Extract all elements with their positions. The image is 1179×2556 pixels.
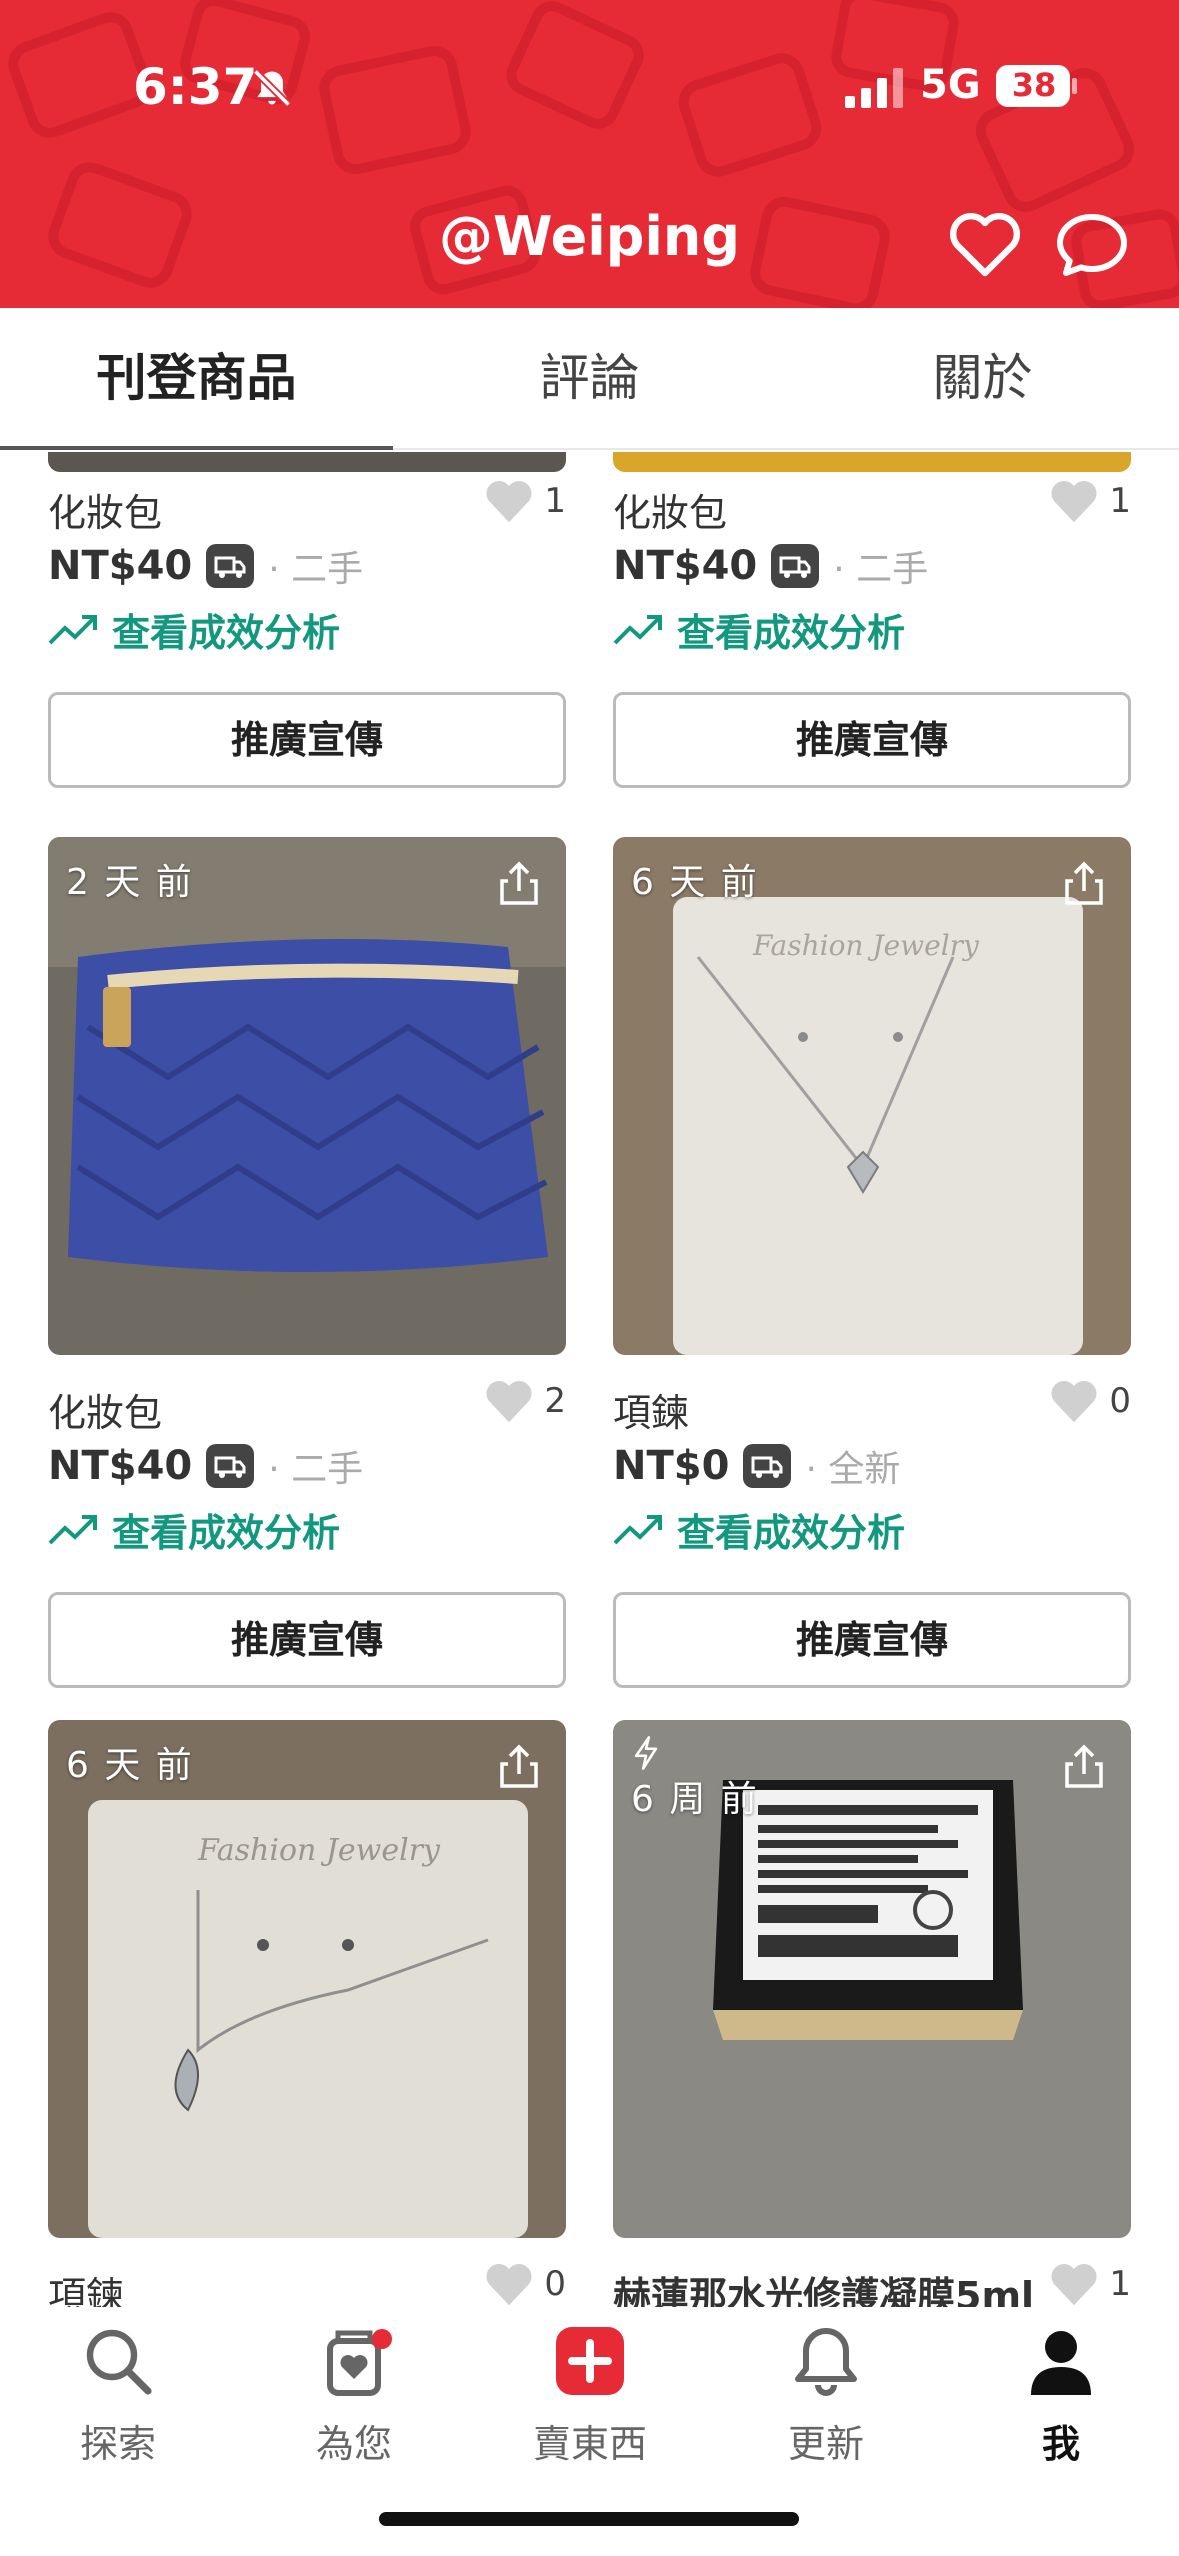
chat-bubble-icon[interactable]: [1052, 205, 1132, 285]
listing-card[interactable]: 2 天 前 化妝包 2 NT$40 · 二手 查看成效分析 推廣宣傳: [48, 837, 566, 1688]
promote-button[interactable]: 推廣宣傳: [613, 1592, 1131, 1688]
listing-price: NT$40: [613, 543, 758, 589]
status-time: 6:37: [133, 58, 258, 116]
promote-button[interactable]: 推廣宣傳: [48, 692, 566, 788]
blue-pouch-photo: [48, 837, 566, 1355]
listing-price: NT$40: [48, 1443, 193, 1489]
listings-grid: 化妝包 1 NT$40 · 二手 查看成效分析 推廣宣傳 化妝包 1 NT$40…: [0, 452, 1179, 2307]
listing-card[interactable]: Fashion Jewelry 6 天 前 項鍊 0: [48, 1720, 566, 2307]
view-analytics-link[interactable]: 查看成效分析: [613, 1502, 905, 1557]
listing-condition: · 二手: [268, 1449, 364, 1490]
price-row: NT$40 · 二手: [48, 540, 363, 592]
heart-icon[interactable]: [1049, 2261, 1099, 2307]
status-bar: 6:37 5G 38: [0, 0, 1179, 175]
heart-icon[interactable]: [1049, 478, 1099, 524]
listing-card[interactable]: Fashion Jewelry 6 天 前 項鍊 0 NT$0 · 全新 查看成…: [613, 837, 1131, 1688]
like-count[interactable]: 0: [1049, 1378, 1131, 1424]
heart-icon[interactable]: [484, 478, 534, 524]
trending-up-icon: [48, 1514, 97, 1544]
listing-image[interactable]: [613, 452, 1131, 472]
like-count[interactable]: 1: [1049, 478, 1131, 524]
nav-updates[interactable]: 更新: [708, 2321, 944, 2468]
listing-card[interactable]: 化妝包 1 NT$40 · 二手 查看成效分析 推廣宣傳: [48, 452, 566, 792]
posted-time: 6 天 前: [631, 862, 759, 903]
lightning-icon: [634, 1736, 658, 1770]
price-row: NT$0 · 全新: [613, 1440, 900, 1492]
listing-image[interactable]: 2 天 前: [48, 837, 566, 1355]
necklace-photo: Fashion Jewelry: [613, 837, 1131, 1355]
promote-button[interactable]: 推廣宣傳: [613, 692, 1131, 788]
trending-up-icon: [48, 614, 97, 644]
listing-title: 赫蓮那水光修護凝膜5ml: [613, 2274, 1035, 2307]
posted-time: 6 天 前: [66, 1745, 194, 1786]
share-icon[interactable]: [1061, 861, 1107, 907]
battery-level: 38: [1011, 66, 1057, 104]
listing-title: 化妝包: [613, 491, 728, 535]
screen: 6:37 5G 38 @Weiping 刊登商品 評論 關於 化妝包 1 NT$…: [0, 0, 1179, 2556]
listing-condition: · 二手: [268, 549, 364, 590]
heart-icon[interactable]: [484, 2261, 534, 2307]
listing-title: 化妝包: [48, 491, 163, 535]
search-icon: [86, 2329, 152, 2395]
posted-time: 2 天 前: [66, 862, 194, 903]
like-count[interactable]: 1: [484, 478, 566, 524]
tab-about[interactable]: 關於: [786, 308, 1179, 448]
svg-text:Fashion Jewelry: Fashion Jewelry: [197, 1833, 441, 1868]
view-analytics-link[interactable]: 查看成效分析: [48, 1502, 340, 1557]
promote-button[interactable]: 推廣宣傳: [48, 1592, 566, 1688]
bell-icon: [795, 2328, 857, 2396]
listing-image[interactable]: Fashion Jewelry 6 天 前: [48, 1720, 566, 2238]
person-icon: [1031, 2331, 1091, 2395]
plus-icon: [556, 2327, 624, 2395]
tab-listings[interactable]: 刊登商品: [0, 308, 393, 448]
listing-condition: · 全新: [805, 1449, 901, 1490]
listing-card[interactable]: 6 周 前 赫蓮那水光修護凝膜5ml 1: [613, 1720, 1131, 2307]
listing-card[interactable]: 化妝包 1 NT$40 · 二手 查看成效分析 推廣宣傳: [613, 452, 1131, 792]
nav-sell[interactable]: 賣東西: [472, 2321, 708, 2468]
home-indicator[interactable]: [379, 2512, 799, 2526]
trending-up-icon: [613, 1514, 662, 1544]
listing-price: NT$40: [48, 543, 193, 589]
like-count[interactable]: 2: [484, 1378, 566, 1424]
listing-image[interactable]: [48, 452, 566, 472]
trending-up-icon: [613, 614, 662, 644]
nav-explore[interactable]: 探索: [0, 2321, 236, 2468]
heart-icon[interactable]: [1049, 1378, 1099, 1424]
necklace-photo: Fashion Jewelry: [48, 1720, 566, 2238]
listing-price: NT$0: [613, 1443, 730, 1489]
listing-image[interactable]: Fashion Jewelry 6 天 前: [613, 837, 1131, 1355]
share-icon[interactable]: [496, 1744, 542, 1790]
listing-title: 化妝包: [48, 1391, 163, 1435]
listing-title: 項鍊: [48, 2274, 125, 2307]
like-count[interactable]: 1: [1049, 2261, 1131, 2307]
price-row: NT$40 · 二手: [48, 1440, 363, 1492]
view-analytics-link[interactable]: 查看成效分析: [48, 602, 340, 657]
listing-title: 項鍊: [613, 1391, 690, 1435]
favorite-heart-icon[interactable]: [945, 205, 1025, 285]
heart-bag-icon: [327, 2329, 392, 2396]
share-icon[interactable]: [1061, 1744, 1107, 1790]
tab-reviews[interactable]: 評論: [393, 308, 786, 448]
shipping-icon: [771, 544, 820, 588]
posted-time: 6 周 前: [631, 1736, 759, 1822]
listing-condition: · 二手: [833, 549, 929, 590]
network-type: 5G: [920, 62, 981, 108]
like-count[interactable]: 0: [484, 2261, 566, 2307]
signal-icon: [845, 68, 903, 108]
shipping-icon: [743, 1444, 792, 1488]
view-analytics-link[interactable]: 查看成效分析: [613, 602, 905, 657]
share-icon[interactable]: [496, 861, 542, 907]
profile-tabs: 刊登商品 評論 關於: [0, 308, 1179, 450]
profile-header: 6:37 5G 38 @Weiping: [0, 0, 1179, 308]
listing-image[interactable]: 6 周 前: [613, 1720, 1131, 2238]
shipping-icon: [206, 544, 255, 588]
shipping-icon: [206, 1444, 255, 1488]
heart-icon[interactable]: [484, 1378, 534, 1424]
nav-for-you[interactable]: 為您: [236, 2321, 472, 2468]
silent-mode-icon: [252, 68, 292, 108]
active-tab-indicator: [0, 446, 393, 450]
nav-me[interactable]: 我: [943, 2321, 1179, 2468]
price-row: NT$40 · 二手: [613, 540, 928, 592]
